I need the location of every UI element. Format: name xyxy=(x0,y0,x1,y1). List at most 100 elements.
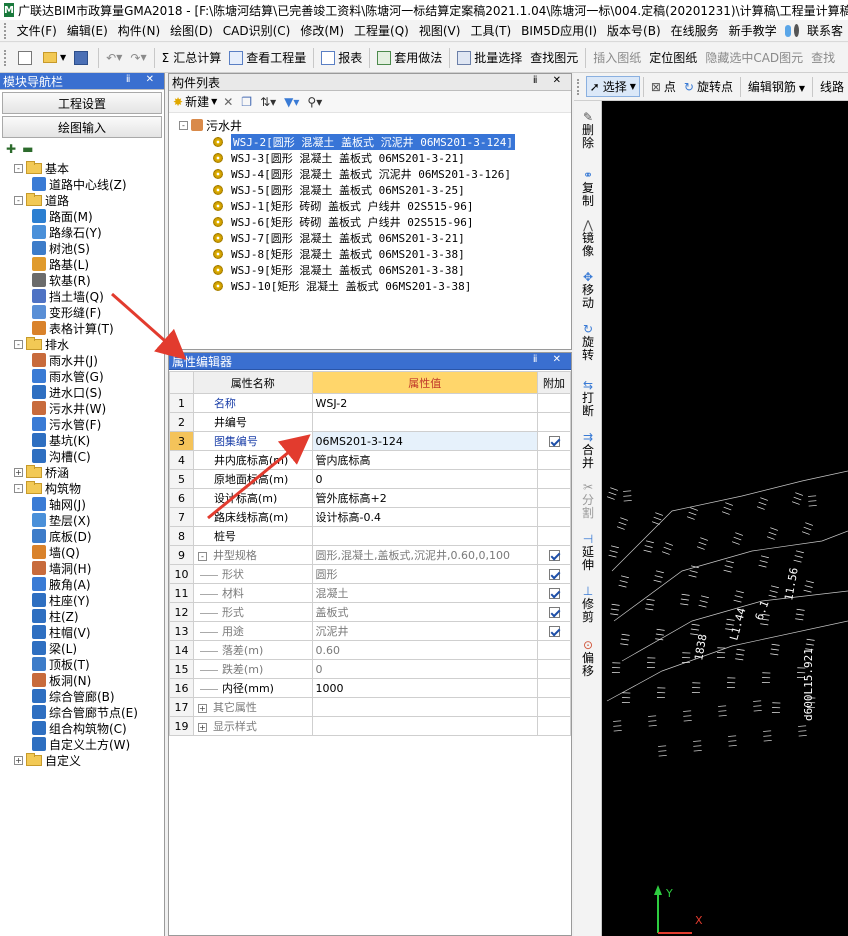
trim-tool[interactable]: ⊥ 修剪 xyxy=(574,585,602,624)
property-row[interactable]: 13 用途 沉泥井 xyxy=(169,621,571,641)
open-file-button[interactable]: ▼ xyxy=(39,47,70,69)
hide-cad-button[interactable]: 隐藏选中CAD图元 xyxy=(701,47,807,69)
property-value-cell[interactable]: 圆形,混凝土,盖板式,沉泥井,0.60,0,100 xyxy=(311,545,539,565)
property-row[interactable]: 4 井内底标高(m) 管内底标高 xyxy=(169,450,571,470)
find-icon[interactable]: ⚲▾ xyxy=(307,95,322,109)
tree-item[interactable]: 腋角(A) xyxy=(32,576,91,592)
menu-contact[interactable]: 联系客 xyxy=(802,22,848,39)
component-item[interactable]: WSJ-3[圆形 混凝土 盖板式 06MS201-3-21] xyxy=(213,150,465,166)
property-row[interactable]: 6 设计标高(m) 管外底标高+2 xyxy=(169,488,571,508)
query-shape-button[interactable]: 查找图元 xyxy=(526,47,582,69)
new-component-button[interactable]: 新建 xyxy=(185,93,209,110)
component-item[interactable]: WSJ-6[矩形 砖砌 盖板式 户线井 02S515-96] xyxy=(213,214,473,230)
component-item[interactable]: WSJ-4[圆形 混凝土 盖板式 沉泥井 06MS201-3-126] xyxy=(213,166,511,182)
tree-item[interactable]: 路缘石(Y) xyxy=(32,224,102,240)
component-item[interactable]: WSJ-7[圆形 混凝土 盖板式 06MS201-3-21] xyxy=(213,230,465,246)
menu-tools[interactable]: 工具(T) xyxy=(465,22,516,39)
tree-item[interactable]: 组合构筑物(C) xyxy=(32,720,127,736)
menu-edit[interactable]: 编辑(E) xyxy=(62,22,113,39)
property-row[interactable]: 19 + 显示样式 xyxy=(169,716,571,736)
tree-folder[interactable]: - 道路 xyxy=(14,192,69,208)
extend-tool[interactable]: ⊣ 延伸 xyxy=(574,533,602,572)
expander-icon[interactable]: - xyxy=(14,339,23,349)
tree-item[interactable]: 柱帽(V) xyxy=(32,624,91,640)
component-item[interactable]: WSJ-1[矩形 砖砌 盖板式 户线井 02S515-96] xyxy=(213,198,473,214)
property-row[interactable]: 15 跌差(m) 0 xyxy=(169,659,571,679)
property-value-cell[interactable] xyxy=(311,697,539,717)
property-row[interactable]: 11 材料 混凝土 xyxy=(169,583,571,603)
extra-checkbox[interactable] xyxy=(548,626,560,637)
tree-item[interactable]: 变形缝(F) xyxy=(32,304,101,320)
property-value-cell[interactable]: 混凝土 xyxy=(311,583,539,603)
tree-item[interactable]: 进水口(S) xyxy=(32,384,102,400)
tree-item[interactable]: 路基(L) xyxy=(32,256,89,272)
line-button[interactable]: 线路 xyxy=(816,78,848,95)
tree-folder[interactable]: - 构筑物 xyxy=(14,480,81,496)
tree-item[interactable]: 墙洞(H) xyxy=(32,560,91,576)
tree-item[interactable]: 树池(S) xyxy=(32,240,90,256)
extra-checkbox[interactable] xyxy=(548,588,560,599)
tree-item[interactable]: 墙(Q) xyxy=(32,544,80,560)
chat-icon[interactable] xyxy=(784,24,791,37)
tree-item[interactable]: 梁(L) xyxy=(32,640,77,656)
menu-tutorial[interactable]: 新手教学 xyxy=(724,22,782,39)
tree-folder[interactable]: - 基本 xyxy=(14,160,69,176)
expander-icon[interactable]: + xyxy=(197,723,207,732)
edit-rebar-button[interactable]: 编辑钢筋 ▼ xyxy=(744,78,809,95)
property-value-cell[interactable]: 06MS201-3-124 xyxy=(311,431,539,451)
tree-item[interactable]: 底板(D) xyxy=(32,528,92,544)
expander-icon[interactable]: - xyxy=(197,552,207,561)
tree-item[interactable]: 柱座(Y) xyxy=(32,592,90,608)
locate-drawing-button[interactable]: 定位图纸 xyxy=(645,47,701,69)
move-tool[interactable]: ✥ 移动 xyxy=(574,271,602,310)
apply-method-button[interactable]: 套用做法 xyxy=(373,47,446,69)
expander-icon[interactable]: + xyxy=(14,467,23,477)
tree-item[interactable]: 雨水井(J) xyxy=(32,352,98,368)
rotate-tool[interactable]: ↻ 旋转 xyxy=(574,323,602,362)
new-file-button[interactable] xyxy=(14,47,39,69)
tree-item[interactable]: 板洞(N) xyxy=(32,672,91,688)
tree-item[interactable]: 轴网(J) xyxy=(32,496,86,512)
property-row[interactable]: 12 形式 盖板式 xyxy=(169,602,571,622)
tree-item[interactable]: 路面(M) xyxy=(32,208,93,224)
rotate-point-button[interactable]: ↻ 旋转点 xyxy=(680,78,737,95)
property-row[interactable]: 8 桩号 xyxy=(169,526,571,546)
dropdown-arrow-icon[interactable]: ▼ xyxy=(211,97,217,106)
property-value-cell[interactable]: 设计标高-0.4 xyxy=(311,507,539,527)
query-button[interactable]: 查找 xyxy=(807,47,839,69)
menu-file[interactable]: 文件(F) xyxy=(12,22,62,39)
report-button[interactable]: 报表 xyxy=(317,47,366,69)
sort-icon[interactable]: ⇅▾ xyxy=(260,95,276,109)
property-value-cell[interactable]: 圆形 xyxy=(311,564,539,584)
tree-folder[interactable]: - 排水 xyxy=(14,336,69,352)
tree-item[interactable]: 污水管(F) xyxy=(32,416,101,432)
pin-close-icon[interactable]: ⅱ ✕ xyxy=(533,75,567,86)
property-value-cell[interactable] xyxy=(311,716,539,736)
property-value-cell[interactable]: 0.60 xyxy=(311,640,539,660)
tree-item[interactable]: 沟槽(C) xyxy=(32,448,91,464)
property-row[interactable]: 9- 井型规格 圆形,混凝土,盖板式,沉泥井,0.60,0,100 xyxy=(169,545,571,565)
tree-item[interactable]: 顶板(T) xyxy=(32,656,90,672)
property-value-cell[interactable]: 0 xyxy=(311,659,539,679)
sum-calc-button[interactable]: Σ 汇总计算 xyxy=(158,47,226,69)
component-item[interactable]: WSJ-10[矩形 混凝土 盖板式 06MS201-3-38] xyxy=(213,278,471,294)
tree-item[interactable]: 自定义土方(W) xyxy=(32,736,130,752)
save-button[interactable] xyxy=(70,47,95,69)
property-row[interactable]: 14 落差(m) 0.60 xyxy=(169,640,571,660)
component-item[interactable]: WSJ-8[矩形 混凝土 盖板式 06MS201-3-38] xyxy=(213,246,465,262)
support-icon[interactable] xyxy=(793,24,799,37)
component-root[interactable]: - 污水井 xyxy=(179,117,242,133)
project-settings-button[interactable]: 工程设置 xyxy=(2,92,162,114)
property-value-cell[interactable] xyxy=(311,412,539,432)
component-item[interactable]: WSJ-9[矩形 混凝土 盖板式 06MS201-3-38] xyxy=(213,262,465,278)
menu-draw[interactable]: 绘图(D) xyxy=(165,22,218,39)
view-quantity-button[interactable]: 查看工程量 xyxy=(225,47,310,69)
expander-icon[interactable]: - xyxy=(14,163,23,173)
menu-version[interactable]: 版本号(B) xyxy=(602,22,666,39)
component-item[interactable]: WSJ-5[圆形 混凝土 盖板式 06MS201-3-25] xyxy=(213,182,465,198)
point-button[interactable]: ⊠ 点 xyxy=(647,78,680,95)
tree-item[interactable]: 基坑(K) xyxy=(32,432,90,448)
property-value-cell[interactable]: 管内底标高 xyxy=(311,450,539,470)
extra-checkbox[interactable] xyxy=(548,550,560,561)
split-tool[interactable]: ✂ 分割 xyxy=(574,481,602,520)
